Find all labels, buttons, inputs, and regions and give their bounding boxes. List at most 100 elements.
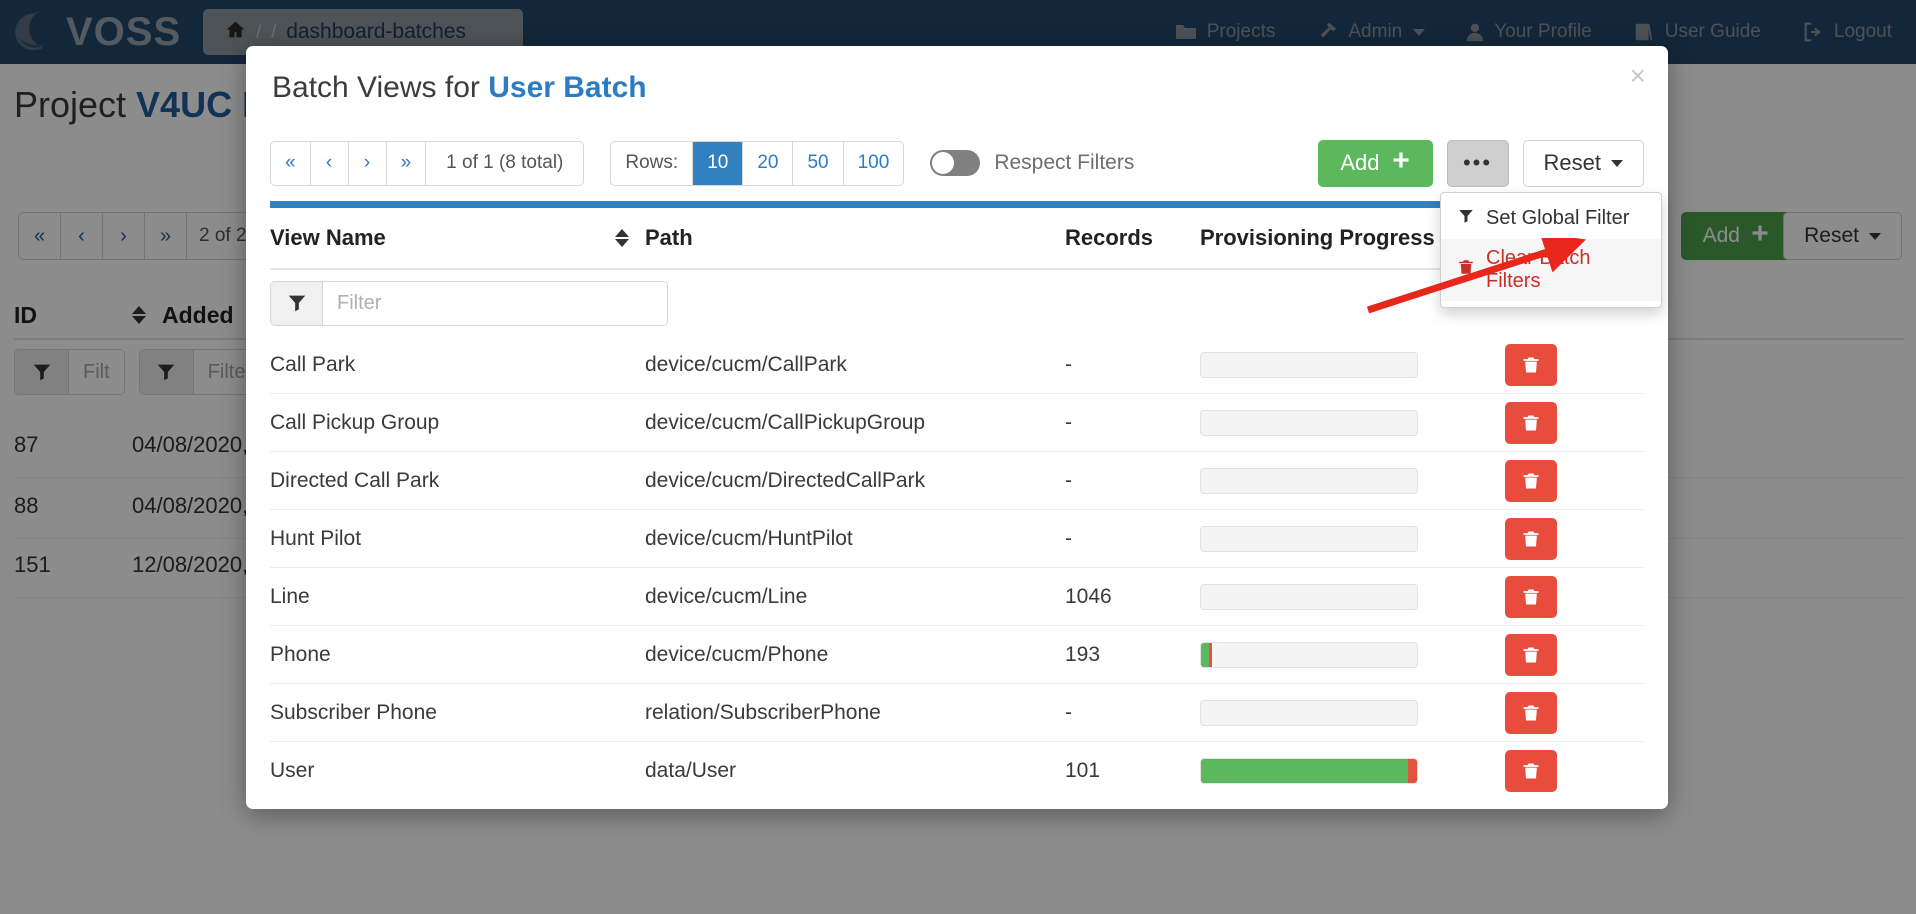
table-row[interactable]: Call Pickup Group device/cucm/CallPickup…: [270, 394, 1644, 452]
cell-progress: [1200, 642, 1505, 668]
cell-progress: [1200, 526, 1505, 552]
view-name-filter[interactable]: [270, 281, 668, 326]
cell-actions: [1505, 344, 1625, 386]
table-row[interactable]: User data/User 101: [270, 742, 1644, 800]
add-button-label: Add: [1340, 150, 1379, 176]
cell-path: device/cucm/CallPark: [645, 353, 1065, 377]
cell-path: device/cucm/Phone: [645, 643, 1065, 667]
rows-option-20[interactable]: 20: [743, 142, 793, 185]
cell-actions: [1505, 750, 1625, 792]
add-button[interactable]: Add: [1318, 140, 1432, 187]
menu-label-clear-batch-filters: Clear Batch Filters: [1486, 247, 1645, 293]
cell-records: -: [1065, 353, 1200, 377]
cell-progress: [1200, 758, 1505, 784]
delete-button[interactable]: [1505, 402, 1557, 444]
delete-button[interactable]: [1505, 344, 1557, 386]
pager-next-button[interactable]: ›: [349, 142, 387, 185]
progress-divider: [270, 201, 1644, 208]
close-icon[interactable]: ×: [1630, 62, 1646, 90]
more-options-dropdown: Set Global Filter Clear Batch Filters: [1440, 192, 1662, 308]
table-row[interactable]: Phone device/cucm/Phone 193: [270, 626, 1644, 684]
column-view-name[interactable]: View Name: [270, 225, 615, 251]
table-row[interactable]: Line device/cucm/Line 1046: [270, 568, 1644, 626]
rows-label: Rows:: [611, 142, 693, 185]
cell-actions: [1505, 692, 1625, 734]
cell-records: 1046: [1065, 585, 1200, 609]
delete-button[interactable]: [1505, 634, 1557, 676]
cell-records: 193: [1065, 643, 1200, 667]
respect-filters-toggle[interactable]: Respect Filters: [930, 150, 1134, 176]
progress-bar: [1200, 526, 1418, 552]
rows-option-100[interactable]: 100: [844, 142, 904, 185]
column-records[interactable]: Records: [1065, 225, 1200, 251]
more-options-button[interactable]: •••: [1447, 140, 1509, 187]
cell-records: -: [1065, 469, 1200, 493]
rows-option-50[interactable]: 50: [793, 142, 843, 185]
chevron-down-icon: [1611, 160, 1623, 167]
cell-view-name: Phone: [270, 643, 615, 667]
table-row[interactable]: Hunt Pilot device/cucm/HuntPilot -: [270, 510, 1644, 568]
cell-progress: [1200, 410, 1505, 436]
menu-item-clear-batch-filters[interactable]: Clear Batch Filters: [1441, 239, 1661, 301]
cell-actions: [1505, 402, 1625, 444]
progress-bar: [1200, 468, 1418, 494]
column-path[interactable]: Path: [645, 225, 1065, 251]
cell-actions: [1505, 460, 1625, 502]
table-row[interactable]: Subscriber Phone relation/SubscriberPhon…: [270, 684, 1644, 742]
delete-button[interactable]: [1505, 750, 1557, 792]
menu-label-set-global-filter: Set Global Filter: [1486, 207, 1629, 230]
delete-button[interactable]: [1505, 518, 1557, 560]
cell-view-name: Call Park: [270, 353, 615, 377]
cell-records: -: [1065, 701, 1200, 725]
pager-status: 1 of 1 (8 total): [426, 142, 583, 185]
cell-progress: [1200, 700, 1505, 726]
cell-records: -: [1065, 411, 1200, 435]
cell-view-name: Subscriber Phone: [270, 701, 615, 725]
pager-last-button[interactable]: »: [387, 142, 427, 185]
delete-button[interactable]: [1505, 692, 1557, 734]
table-row[interactable]: Directed Call Park device/cucm/DirectedC…: [270, 452, 1644, 510]
cell-actions: [1505, 634, 1625, 676]
progress-bar: [1200, 410, 1418, 436]
delete-button[interactable]: [1505, 460, 1557, 502]
trash-icon: [1457, 258, 1475, 282]
table-row[interactable]: Call Park device/cucm/CallPark -: [270, 336, 1644, 394]
modal-title-prefix: Batch Views for: [272, 71, 488, 104]
plus-icon: [1391, 150, 1411, 176]
cell-path: device/cucm/CallPickupGroup: [645, 411, 1065, 435]
cell-actions: [1505, 518, 1625, 560]
cell-path: data/User: [645, 759, 1065, 783]
progress-bar: [1200, 758, 1418, 784]
cell-path: device/cucm/Line: [645, 585, 1065, 609]
progress-bar: [1200, 642, 1418, 668]
table-header: View Name Path Records Provisioning Prog…: [270, 208, 1644, 270]
rows-option-10[interactable]: 10: [693, 142, 743, 185]
batch-views-modal: Batch Views for User Batch × « ‹ › » 1 o…: [246, 46, 1668, 809]
cell-view-name: Hunt Pilot: [270, 527, 615, 551]
cell-progress: [1200, 584, 1505, 610]
reset-button[interactable]: Reset: [1523, 140, 1644, 187]
cell-records: 101: [1065, 759, 1200, 783]
sort-icon[interactable]: [615, 229, 645, 247]
cell-progress: [1200, 352, 1505, 378]
cell-progress: [1200, 468, 1505, 494]
cell-actions: [1505, 576, 1625, 618]
menu-item-set-global-filter[interactable]: Set Global Filter: [1441, 199, 1661, 239]
filter-icon: [1457, 207, 1475, 231]
modal-title: Batch Views for User Batch: [272, 71, 647, 105]
modal-pager[interactable]: « ‹ › » 1 of 1 (8 total): [270, 141, 584, 186]
modal-toolbar-actions: Add ••• Reset S: [1318, 140, 1644, 187]
progress-bar: [1200, 584, 1418, 610]
rows-selector[interactable]: Rows: 10 20 50 100: [610, 141, 904, 186]
toggle-switch[interactable]: [930, 150, 980, 176]
progress-bar: [1200, 352, 1418, 378]
filter-input[interactable]: [323, 282, 667, 325]
toggle-knob: [932, 152, 954, 174]
progress-bar: [1200, 700, 1418, 726]
delete-button[interactable]: [1505, 576, 1557, 618]
modal-title-value: User Batch: [488, 71, 646, 104]
filter-icon[interactable]: [271, 282, 323, 325]
pager-prev-button[interactable]: ‹: [311, 142, 349, 185]
pager-first-button[interactable]: «: [271, 142, 311, 185]
reset-button-label: Reset: [1544, 150, 1601, 176]
